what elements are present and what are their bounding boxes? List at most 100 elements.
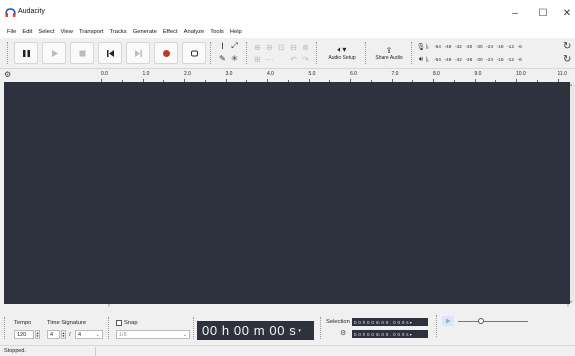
fit-project-icon[interactable]: ⊟ (288, 42, 299, 52)
tempo-spinner[interactable]: ▲ ▼ (35, 330, 40, 339)
ruler-tick-label: 11.0 (557, 71, 567, 77)
selection-end-field[interactable]: 0 0 h 0 0 m 0 0 . 0 0 0 s ▾ (352, 330, 428, 338)
toolbar-grip[interactable] (365, 42, 368, 64)
skip-to-end-button[interactable] (126, 42, 150, 64)
time-signature-denominator[interactable]: 4 ⌄ (75, 330, 103, 339)
selection-end-value: 0 0 h 0 0 m 0 0 . 0 0 0 s (354, 331, 409, 337)
meter-tick: -18 (496, 44, 504, 50)
selection-start-value: 0 0 h 0 0 m 0 0 . 0 0 0 s (354, 319, 409, 325)
meter-reset-icon[interactable]: ↻ (563, 41, 571, 52)
loop-button[interactable] (182, 42, 206, 64)
menu-tracks[interactable]: Tracks (110, 29, 127, 35)
menu-edit[interactable]: Edit (22, 29, 32, 35)
meter-tick: -54 (434, 44, 441, 50)
menu-select[interactable]: Select (38, 29, 54, 35)
time-signature-numerator[interactable]: 4 (47, 330, 60, 339)
tempo-input[interactable]: 120 (14, 330, 34, 339)
menu-effect[interactable]: Effect (163, 29, 178, 35)
play-button[interactable] (42, 42, 66, 64)
audio-setup-label: Audio Setup (328, 55, 356, 61)
timeline-ruler[interactable]: 0.0 1.0 2.0 3.0 4.0 5.0 6.0 7.0 8.0 9.0 10.0 11.0 (100, 68, 575, 82)
menu-view[interactable]: View (60, 29, 72, 35)
menu-tools[interactable]: Tools (210, 29, 224, 35)
toolbar-grip[interactable] (246, 42, 249, 64)
scroll-up-icon[interactable]: ▴ (570, 82, 572, 87)
meter-tick: -54 (434, 57, 441, 63)
play-at-speed-button[interactable] (442, 316, 454, 326)
minimize-button[interactable]: – (501, 0, 529, 26)
meter-reset-icon[interactable]: ↻ (563, 54, 571, 65)
share-audio-button[interactable]: ⇪ Share Audio (370, 41, 408, 65)
ruler-tick-label: 7.0 (391, 71, 399, 77)
menu-generate[interactable]: Generate (133, 29, 157, 35)
play-speed-slider-thumb[interactable] (478, 318, 484, 324)
microphone-icon: 🎙︎ (416, 44, 426, 51)
meter-tick: -36 (465, 57, 473, 63)
chevron-down-icon: ▾ (298, 327, 302, 334)
gear-icon[interactable]: ⚙ (4, 70, 11, 79)
snap-select[interactable]: 1/8 ⌄ (116, 330, 190, 339)
selection-label: Selection (326, 319, 350, 325)
scroll-right-icon[interactable]: › (567, 303, 569, 309)
skip-to-start-icon (106, 49, 114, 57)
fit-selection-icon[interactable]: ⊡ (276, 42, 287, 52)
play-speed-slider[interactable] (458, 321, 528, 322)
status-text: Stopped. (4, 348, 27, 354)
numerator-spinner[interactable]: ▲ ▼ (61, 330, 66, 339)
stop-button[interactable] (70, 42, 94, 64)
menu-file[interactable]: File (7, 29, 16, 35)
redo-icon[interactable]: ↷ (300, 54, 311, 64)
toolbar-grip[interactable] (411, 42, 414, 64)
envelope-tool-icon[interactable]: ⤢ (229, 41, 240, 51)
undo-icon[interactable]: ↶ (288, 54, 299, 64)
recording-meter[interactable]: 🎙︎ LR -54 -48 -42 -36 -30 -24 -18 -12 -6 (416, 42, 522, 52)
horizontal-scrollbar[interactable]: ‹ › (4, 303, 575, 311)
meter-tick: -24 (486, 44, 494, 50)
meter-tick: -6 (517, 44, 522, 50)
snap-checkbox[interactable] (116, 320, 122, 326)
share-audio-label: Share Audio (375, 54, 403, 61)
menu-analyze[interactable]: Analyze (184, 29, 205, 35)
selection-tool-icon[interactable]: I (217, 41, 228, 51)
time-display[interactable]: 00 h 00 m 00 s ▾ (197, 321, 314, 340)
toolbar-grip[interactable] (316, 42, 319, 64)
toolbar-grip[interactable] (108, 317, 111, 339)
main-toolbar: I ⤢ ✎ ✳ ⊕ ⊖ ⊡ ⊟ ⊗ ⊞ ⋯ ↶ ↷ 🔈︎▾ Audio Setu… (0, 38, 575, 68)
toolbar-grip[interactable] (210, 42, 213, 64)
zoom-out-icon[interactable]: ⊖ (264, 42, 275, 52)
toolbar-grip[interactable] (4, 317, 7, 339)
meter-channel-labels: LR (426, 55, 429, 63)
draw-tool-icon[interactable]: ✎ (217, 53, 228, 63)
play-icon (446, 318, 451, 324)
toolbar-grip[interactable] (436, 315, 439, 337)
time-signature-slash: / (69, 332, 71, 338)
audio-setup-button[interactable]: 🔈︎▾ Audio Setup (322, 41, 362, 65)
toolbar-grip[interactable] (7, 42, 10, 64)
close-button[interactable]: ✕ (553, 0, 575, 26)
menu-help[interactable]: Help (230, 29, 242, 35)
toolbar-grip[interactable] (193, 317, 196, 339)
record-button[interactable] (154, 42, 178, 64)
multi-tool-icon[interactable]: ✳ (229, 53, 240, 63)
track-area[interactable] (4, 82, 570, 304)
ruler-tick-label: 8.0 (433, 71, 440, 77)
playback-meter[interactable]: 🔊︎ LR -54 -48 -42 -36 -30 -24 -18 -12 -6 (416, 55, 522, 65)
scroll-left-icon[interactable]: ‹ (108, 303, 110, 309)
zoom-in-icon[interactable]: ⊕ (252, 42, 263, 52)
silence-icon[interactable]: ⋯ (264, 54, 275, 64)
zoom-toggle-icon[interactable]: ⊗ (300, 42, 311, 52)
denominator-value: 4 (78, 331, 82, 338)
pause-button[interactable] (14, 42, 38, 64)
skip-to-start-button[interactable] (98, 42, 122, 64)
time-display-value: 00 h 00 m 00 s (202, 323, 297, 338)
selection-options-icon[interactable]: ⚙ (340, 329, 346, 337)
trim-icon[interactable]: ⊞ (252, 54, 263, 64)
ruler-tick-label: 6.0 (350, 71, 357, 77)
status-divider (95, 347, 96, 356)
vertical-scrollbar[interactable]: ▴ ▾ (570, 82, 575, 304)
selection-start-field[interactable]: 0 0 h 0 0 m 0 0 . 0 0 0 s ▾ (352, 318, 428, 326)
menu-transport[interactable]: Transport (79, 29, 104, 35)
toolbar-grip[interactable] (320, 317, 323, 339)
window-title: Audacity (18, 8, 45, 15)
meter-tick: -30 (475, 57, 483, 63)
